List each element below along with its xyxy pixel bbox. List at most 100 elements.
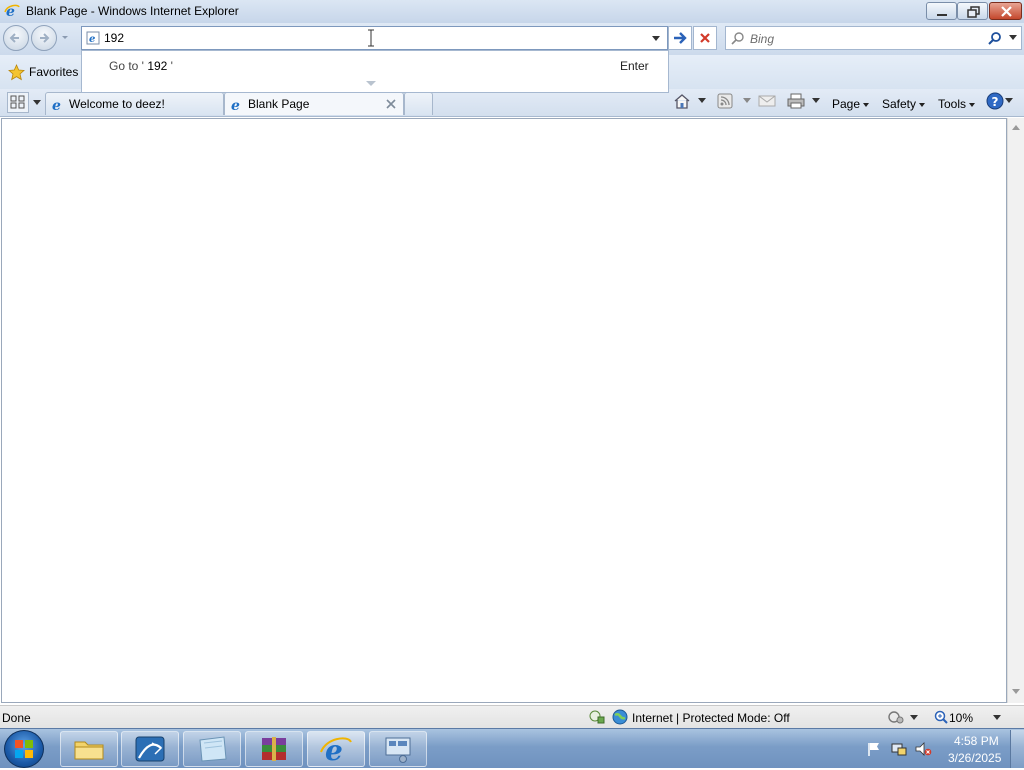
taskbar-remote-desktop-button[interactable]: [369, 731, 427, 767]
help-icon[interactable]: ?: [986, 92, 1004, 110]
restore-button[interactable]: [957, 2, 988, 20]
feeds-dropdown-icon[interactable]: [743, 98, 751, 104]
print-dropdown-icon[interactable]: [812, 98, 820, 104]
chevron-down-icon: [969, 102, 976, 107]
search-options-dropdown-icon[interactable]: [1009, 35, 1017, 41]
read-mail-icon[interactable]: [758, 94, 776, 108]
bing-search-icon: [731, 32, 744, 45]
search-icon[interactable]: [988, 31, 1002, 45]
page-content[interactable]: [1, 118, 1007, 703]
status-bar: Done Internet | Protected Mode: Off 10%: [0, 705, 1024, 728]
tools-menu[interactable]: Tools: [938, 97, 976, 111]
home-icon[interactable]: [672, 92, 692, 110]
restore-icon: [967, 6, 980, 18]
page-menu-label: Page: [832, 97, 861, 111]
monitor-icon: [385, 737, 411, 763]
address-autocomplete-dropdown: Go to ' 192 ' Enter: [81, 50, 669, 93]
title-bar[interactable]: e Blank Page - Windows Internet Explorer: [0, 0, 1024, 23]
zoom-icon[interactable]: [934, 710, 948, 724]
internet-zone-globe-icon: [612, 709, 628, 725]
clock-date[interactable]: 3/26/2025: [948, 751, 1001, 765]
address-dropdown-icon[interactable]: [652, 36, 660, 42]
quick-tabs-button[interactable]: [7, 92, 29, 113]
taskbar: e 4:58 PM 3/26/2025: [0, 728, 1024, 768]
svg-text:e: e: [231, 98, 240, 112]
expand-dropdown-icon[interactable]: [366, 81, 376, 87]
security-zone-text[interactable]: Internet | Protected Mode: Off: [632, 711, 790, 725]
text-cursor-icon: [368, 29, 374, 47]
protected-mode-icon[interactable]: [588, 709, 606, 725]
go-button[interactable]: [668, 26, 692, 50]
forward-button[interactable]: [31, 25, 57, 51]
tab-blank-page[interactable]: e Blank Page: [224, 92, 404, 115]
shark-fin-icon: [135, 736, 165, 762]
close-icon: [1001, 6, 1012, 17]
taskbar-winrar-button[interactable]: [245, 731, 303, 767]
minimize-button[interactable]: [926, 2, 957, 20]
go-arrow-icon: [674, 32, 687, 44]
ie-logo-icon: e: [4, 4, 20, 19]
scroll-down-icon[interactable]: [1012, 689, 1020, 695]
close-tab-icon[interactable]: [386, 99, 396, 109]
ie-tab-icon: e: [231, 98, 240, 112]
page-icon: e: [86, 31, 100, 45]
add-ons-icon[interactable]: [887, 709, 905, 725]
tools-menu-label: Tools: [938, 97, 967, 111]
enter-shortcut-label: Enter: [620, 59, 649, 73]
favorites-star-icon[interactable]: [8, 64, 25, 81]
stop-x-icon: [700, 33, 710, 43]
back-button[interactable]: [3, 25, 29, 51]
zoom-level[interactable]: 10%: [949, 711, 973, 725]
go-to-prefix: Go to ': [109, 59, 148, 73]
svg-text:e: e: [89, 34, 95, 45]
clock-time[interactable]: 4:58 PM: [954, 734, 999, 748]
tab-label: Welcome to deez!: [69, 97, 165, 111]
forward-arrow-icon: [40, 33, 50, 43]
search-placeholder: Bing: [750, 32, 775, 46]
tab-label: Blank Page: [248, 97, 310, 111]
winrar-icon: [262, 737, 286, 761]
window-title: Blank Page - Windows Internet Explorer: [26, 4, 239, 18]
show-desktop-button[interactable]: [1010, 730, 1024, 768]
recent-pages-dropdown-icon[interactable]: [61, 35, 69, 41]
taskbar-notepad-button[interactable]: [183, 731, 241, 767]
go-to-value: 192: [147, 59, 168, 73]
stop-button[interactable]: [693, 26, 717, 50]
quick-tabs-grid-icon: [10, 95, 25, 109]
page-menu[interactable]: Page: [832, 97, 870, 111]
close-window-button[interactable]: [989, 2, 1022, 20]
new-tab-button[interactable]: [404, 92, 433, 115]
address-bar[interactable]: e 192: [81, 26, 668, 50]
tab-bar: e Welcome to deez! e Blank Page Page Saf…: [0, 89, 1024, 117]
home-dropdown-icon[interactable]: [698, 98, 706, 104]
internet-explorer-icon: e: [320, 734, 352, 767]
favorites-button[interactable]: Favorites: [29, 65, 78, 79]
safety-menu[interactable]: Safety: [882, 97, 926, 111]
help-dropdown-icon[interactable]: [1005, 98, 1013, 104]
taskbar-ie-button[interactable]: e: [307, 731, 365, 767]
vertical-scrollbar[interactable]: [1007, 118, 1024, 703]
chevron-down-icon: [919, 102, 926, 107]
svg-text:?: ?: [992, 95, 999, 109]
folder-icon: [74, 741, 104, 760]
network-icon[interactable]: [890, 741, 908, 757]
add-ons-dropdown-icon[interactable]: [910, 715, 918, 721]
taskbar-network-app-button[interactable]: [121, 731, 179, 767]
svg-text:e: e: [52, 98, 61, 112]
search-box[interactable]: Bing: [725, 26, 1022, 50]
action-center-flag-icon[interactable]: [866, 741, 882, 757]
volume-muted-icon[interactable]: [914, 741, 932, 757]
autocomplete-go-to-item[interactable]: Go to ' 192 ': [109, 59, 173, 73]
tab-list-dropdown-icon[interactable]: [33, 100, 41, 106]
feeds-icon[interactable]: [717, 93, 733, 109]
scroll-up-icon[interactable]: [1012, 125, 1020, 131]
taskbar-explorer-button[interactable]: [60, 731, 118, 767]
print-icon[interactable]: [786, 92, 806, 110]
address-input[interactable]: 192: [104, 31, 124, 45]
notepad-icon: [199, 736, 227, 762]
minimize-icon: [937, 14, 947, 16]
start-button[interactable]: [4, 730, 44, 768]
ie-tab-icon: e: [52, 98, 61, 112]
tab-welcome[interactable]: e Welcome to deez!: [45, 92, 224, 115]
zoom-dropdown-icon[interactable]: [993, 715, 1001, 721]
